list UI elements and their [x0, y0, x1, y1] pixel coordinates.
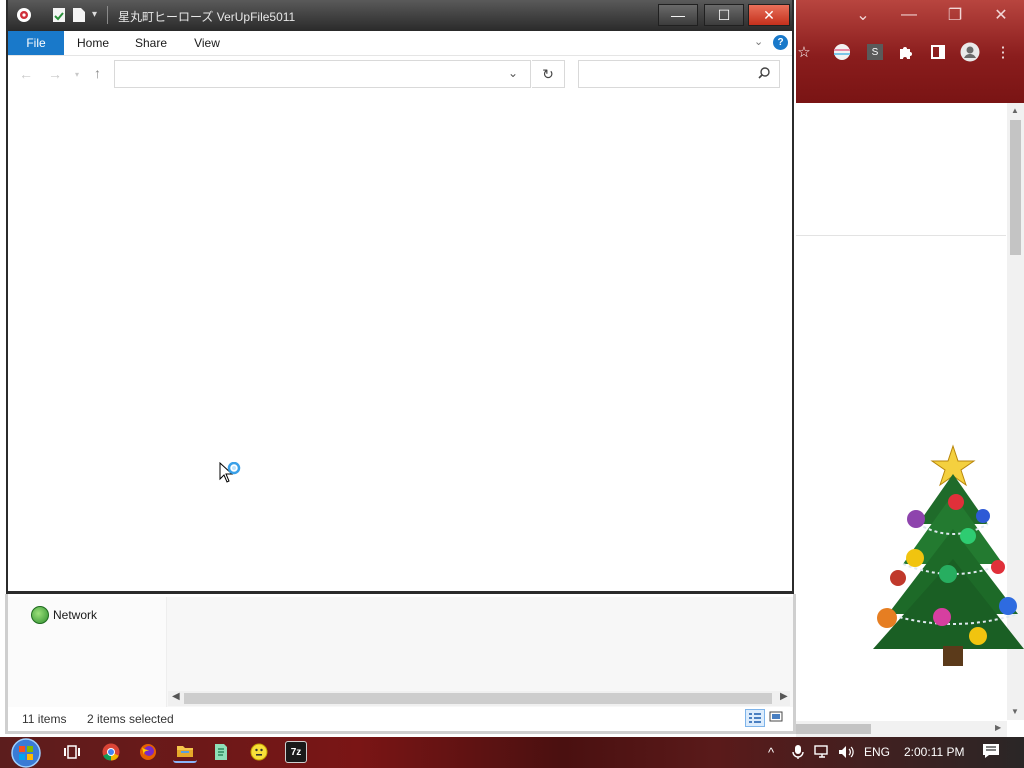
chrome-taskbar-button[interactable]	[100, 741, 122, 763]
7zip-icon: 7z	[290, 746, 302, 758]
firefox-icon	[140, 744, 156, 760]
firefox-taskbar-button[interactable]	[137, 741, 159, 763]
start-button[interactable]	[8, 737, 44, 768]
input-language-indicator[interactable]: ENG	[864, 745, 890, 759]
system-clock[interactable]: 2:00:11 PM	[904, 745, 964, 759]
document-icon	[215, 744, 227, 760]
extension-flag-icon[interactable]	[832, 42, 852, 62]
show-hidden-icons-icon[interactable]: ^	[768, 745, 774, 760]
browser-scroll-right-icon[interactable]: ▶	[995, 723, 1001, 732]
christmas-tree-icon	[873, 444, 1024, 666]
browser-tab-search-icon[interactable]: ⌄	[840, 0, 886, 30]
chrome-icon	[102, 743, 120, 761]
microphone-icon[interactable]	[792, 744, 804, 760]
extension-s-icon[interactable]: S	[865, 42, 885, 62]
extensions-puzzle-icon[interactable]	[896, 42, 916, 62]
browser-scroll-up-icon[interactable]: ▲	[1011, 106, 1019, 115]
side-panel-icon[interactable]	[928, 42, 948, 62]
browser-page-divider	[796, 235, 1006, 236]
file-explorer-taskbar-button[interactable]	[173, 741, 197, 763]
window-frame	[6, 0, 794, 594]
extension-s-label: S	[867, 44, 883, 60]
browser-horizontal-scroll-thumb[interactable]	[796, 724, 871, 734]
profile-avatar-icon[interactable]	[960, 42, 980, 62]
busy-cursor-icon	[219, 462, 241, 483]
smiley-taskbar-button[interactable]	[248, 741, 270, 763]
network-status-icon[interactable]	[814, 745, 832, 759]
browser-restore-button[interactable]: ❐	[932, 0, 978, 30]
browser-vertical-scroll-thumb[interactable]	[1010, 120, 1021, 255]
task-view-button[interactable]	[61, 741, 83, 763]
browser-close-button[interactable]: ✕	[978, 0, 1024, 30]
notepad-taskbar-button[interactable]	[210, 741, 232, 763]
browser-scroll-down-icon[interactable]: ▼	[1011, 707, 1019, 716]
folder-icon	[177, 746, 193, 757]
volume-icon[interactable]	[838, 745, 856, 759]
7zip-taskbar-button[interactable]: 7z	[285, 741, 307, 763]
background-window-frame	[5, 594, 796, 734]
task-view-icon	[64, 745, 80, 759]
action-center-icon[interactable]	[982, 743, 1000, 759]
browser-minimize-button[interactable]: —	[886, 0, 932, 30]
bookmark-star-icon[interactable]: ☆	[794, 42, 814, 62]
smiley-icon	[250, 743, 268, 761]
windows-orb-icon	[11, 737, 41, 768]
browser-menu-icon[interactable]: ⋮	[993, 42, 1013, 62]
